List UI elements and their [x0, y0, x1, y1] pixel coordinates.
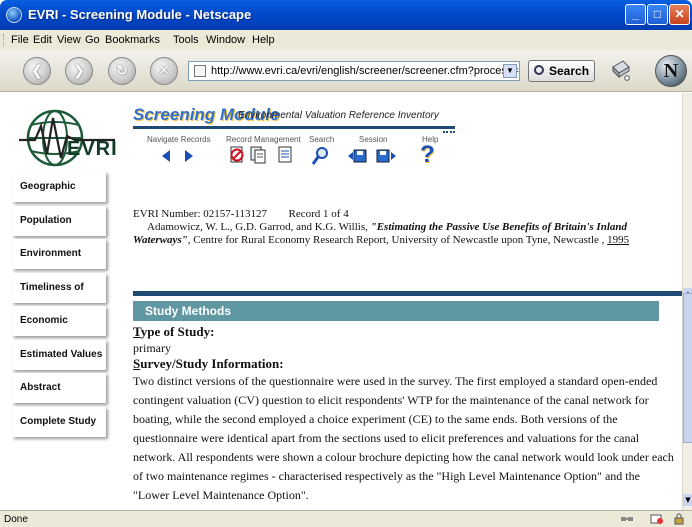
title-dots — [443, 131, 455, 133]
evri-logo[interactable]: EVRI — [17, 108, 117, 172]
back-button[interactable]: ❮ — [23, 57, 51, 85]
page-content: EVRI Screening Module Environmental Valu… — [0, 93, 682, 510]
search-icon — [534, 65, 544, 75]
previous-record-icon[interactable] — [160, 149, 172, 163]
window-title: EVRI - Screening Module - Netscape — [28, 7, 252, 22]
delete-record-icon[interactable] — [229, 146, 245, 164]
session-group: Session — [359, 135, 387, 144]
next-record-icon[interactable] — [183, 149, 195, 163]
survey-info-text: Two distinct versions of the questionnai… — [133, 374, 674, 502]
navigation-toolbar: ❮ ❯ ↻ ✕ http://www.evri.ca/evri/english/… — [0, 50, 692, 92]
evri-number: EVRI Number: 02157-113127 — [133, 208, 268, 220]
search-button[interactable]: Search — [528, 60, 595, 82]
module-subtitle: Environmental Valuation Reference Invent… — [238, 110, 439, 121]
citation-text: Adamowicz, W. L., G.D. Garrod, and K.G. … — [133, 221, 673, 247]
citation-year: 1995 — [607, 234, 630, 246]
session-load-icon[interactable] — [375, 148, 397, 164]
nav-environment[interactable]: Environment — [12, 239, 106, 269]
menu-grip — [3, 34, 6, 46]
nav-complete-study[interactable]: Complete Study — [12, 407, 106, 437]
stop-button[interactable]: ✕ — [150, 57, 178, 85]
record-management-label: Record Management — [226, 135, 301, 144]
section-header: Study Methods — [133, 301, 659, 321]
nav-population[interactable]: Population — [12, 206, 106, 236]
nav-economic-measure[interactable]: Economic Measure — [12, 306, 106, 356]
back-arrow-icon: ❮ — [31, 63, 43, 79]
menu-bookmarks[interactable]: Bookmarks — [105, 34, 160, 46]
url-text: http://www.evri.ca/evri/english/screener… — [211, 65, 520, 77]
popup-blocker-icon[interactable] — [650, 513, 664, 525]
menu-tools[interactable]: Tools — [173, 34, 199, 46]
logo-text: EVRI — [67, 138, 118, 160]
status-bar: Done — [0, 510, 692, 527]
nav-geographic[interactable]: Geographic — [12, 172, 106, 202]
address-bar[interactable]: http://www.evri.ca/evri/english/screener… — [188, 61, 520, 81]
close-button[interactable]: ✕ — [669, 4, 690, 25]
vertical-scrollbar[interactable]: ▲ ▼ — [682, 93, 692, 510]
netscape-icon — [6, 7, 22, 23]
print-icon[interactable] — [610, 59, 632, 81]
survey-info-heading: Survey/Study Information: — [133, 356, 284, 371]
forward-arrow-icon: ❯ — [73, 63, 85, 79]
menu-window[interactable]: Window — [206, 34, 245, 46]
nav-abstract[interactable]: Abstract — [12, 373, 106, 403]
search-button-label: Search — [549, 64, 590, 78]
minimize-button[interactable]: _ — [625, 4, 646, 25]
connection-icon — [621, 517, 633, 521]
menu-bar: File Edit View Go Bookmarks Tools Window… — [0, 30, 692, 50]
record-position: Record 1 of 4 — [288, 208, 349, 220]
forward-button[interactable]: ❯ — [65, 57, 93, 85]
navigate-records-group: Navigate Records — [147, 135, 211, 144]
scroll-down-icon[interactable]: ▼ — [683, 494, 692, 506]
scroll-thumb[interactable] — [683, 293, 692, 443]
title-bar: EVRI - Screening Module - Netscape _ □ ✕ — [0, 0, 692, 30]
reload-button[interactable]: ↻ — [108, 57, 136, 85]
record-management-group: Record Management — [226, 135, 301, 144]
help-icon[interactable]: ? — [420, 141, 435, 169]
maximize-button[interactable]: □ — [647, 4, 668, 25]
search-records-icon[interactable] — [311, 146, 329, 166]
status-text: Done — [4, 514, 28, 525]
type-of-study-value: primary — [133, 341, 171, 355]
menu-edit[interactable]: Edit — [33, 34, 52, 46]
reload-icon: ↻ — [116, 63, 128, 79]
study-methods: Type of Study: primary Survey/Study Info… — [133, 324, 678, 505]
navigate-records-label: Navigate Records — [147, 135, 211, 144]
citation-publisher: , Centre for Rural Economy Research Repo… — [187, 234, 605, 246]
nav-timeliness-of-data[interactable]: Timeliness of Data — [12, 273, 106, 323]
stop-icon: ✕ — [158, 63, 170, 79]
menu-go[interactable]: Go — [85, 34, 100, 46]
url-dropdown-icon[interactable]: ▼ — [503, 64, 517, 78]
security-lock-icon[interactable] — [672, 513, 686, 525]
menu-help[interactable]: Help — [252, 34, 275, 46]
nav-estimated-values[interactable]: Estimated Values — [12, 340, 106, 370]
citation-authors: Adamowicz, W. L., G.D. Garrod, and K.G. … — [147, 221, 368, 233]
record-header: EVRI Number: 02157-113127 Record 1 of 4 — [133, 208, 349, 220]
title-rule — [133, 126, 455, 129]
session-label: Session — [359, 135, 388, 144]
type-of-study-heading: Type of Study: — [133, 324, 215, 339]
menu-file[interactable]: File — [11, 34, 29, 46]
netscape-logo[interactable]: N — [655, 55, 687, 87]
search-group: Search — [309, 135, 334, 144]
menu-view[interactable]: View — [57, 34, 81, 46]
view-record-icon[interactable] — [278, 146, 292, 164]
copy-records-icon[interactable] — [250, 146, 266, 164]
search-tool-label: Search — [309, 135, 335, 144]
page-icon — [194, 65, 206, 77]
section-rule — [133, 291, 682, 296]
session-save-icon[interactable] — [347, 148, 369, 164]
